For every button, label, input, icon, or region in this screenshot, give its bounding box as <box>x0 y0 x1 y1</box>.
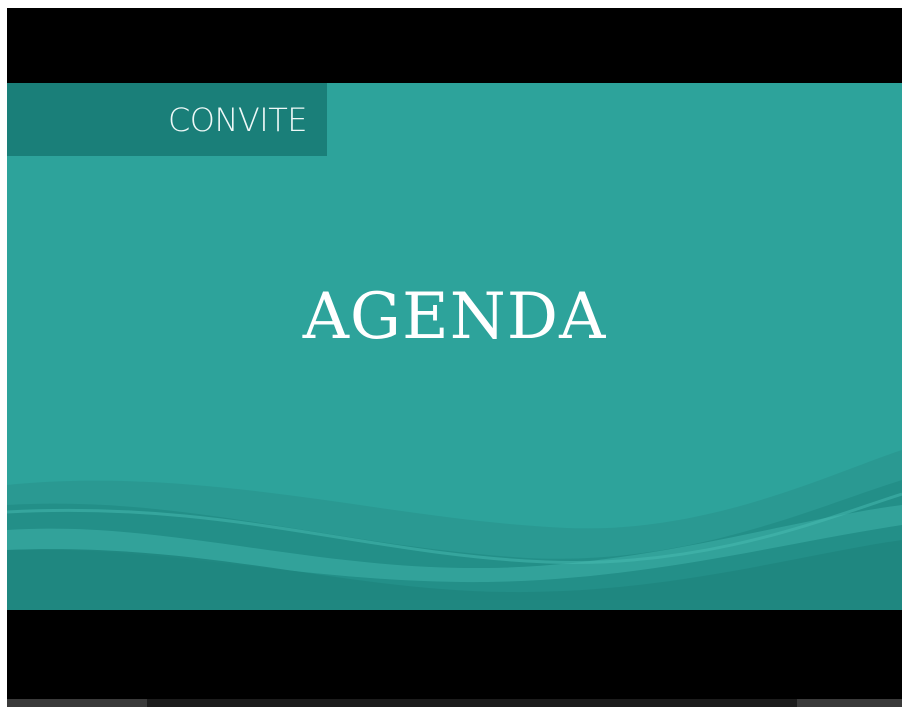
next-slide-preview <box>7 699 902 707</box>
tag-label: CONVITE <box>167 101 308 139</box>
wave-decoration <box>7 450 902 610</box>
slide-title: AGENDA <box>302 280 607 354</box>
preview-segment <box>797 699 902 707</box>
slide: CONVITE AGENDA <box>7 83 902 610</box>
tag-box: CONVITE <box>7 83 327 156</box>
preview-segment <box>7 699 147 707</box>
video-frame: CONVITE AGENDA <box>7 8 902 707</box>
